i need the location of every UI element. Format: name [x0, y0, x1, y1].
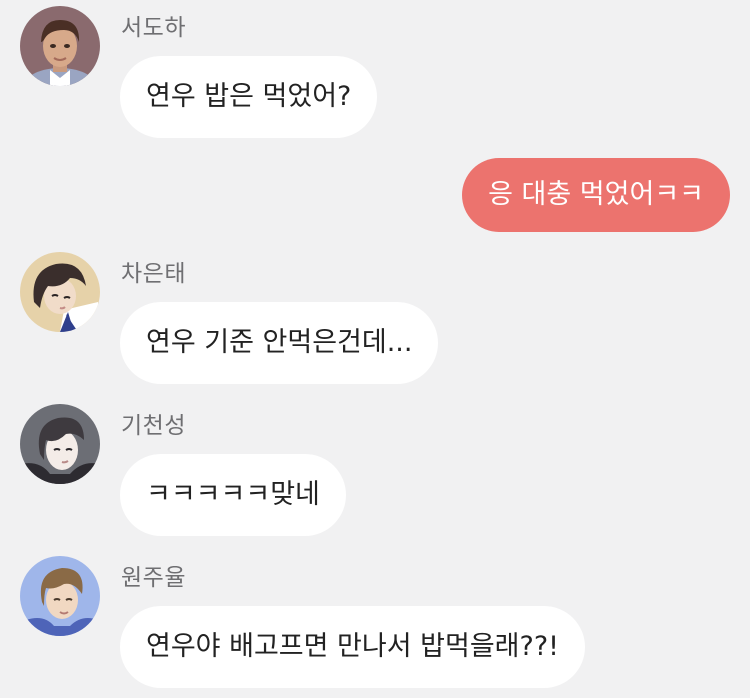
message-bubble-outgoing[interactable]: 응 대충 먹었어ㅋㅋ: [462, 158, 730, 232]
sender-name: 차은태: [121, 261, 186, 287]
message-row: 서도하 연우 밥은 먹었어?: [0, 0, 750, 140]
sender-name: 원주율: [121, 565, 186, 591]
avatar-icon: [20, 404, 100, 484]
message-bubble-incoming[interactable]: ㅋㅋㅋㅋㅋ맞네: [120, 454, 346, 536]
message-row: 차은태 연우 기준 안먹은건데...: [0, 250, 750, 390]
avatar-gicheonseong[interactable]: [20, 404, 100, 484]
sender-name: 기천성: [121, 413, 186, 439]
message-bubble-incoming[interactable]: 연우 밥은 먹었어?: [120, 56, 378, 138]
message-row: 원주율 연우야 배고프면 만나서 밥먹을래??!: [0, 550, 750, 698]
avatar-icon: [20, 6, 100, 86]
message-row: 기천성 ㅋㅋㅋㅋㅋ맞네: [0, 400, 750, 540]
message-bubble-incoming[interactable]: 연우야 배고프면 만나서 밥먹을래??!: [120, 606, 585, 688]
avatar-chaeuntae[interactable]: [20, 252, 100, 332]
avatar-icon: [20, 252, 100, 332]
message-row: 응 대충 먹었어ㅋㅋ: [0, 150, 750, 240]
message-bubble-incoming[interactable]: 연우 기준 안먹은건데...: [120, 302, 439, 384]
avatar-seodoha[interactable]: [20, 6, 100, 86]
sender-name: 서도하: [121, 15, 186, 41]
avatar-wonjuyul[interactable]: [20, 556, 100, 636]
avatar-icon: [20, 556, 100, 636]
